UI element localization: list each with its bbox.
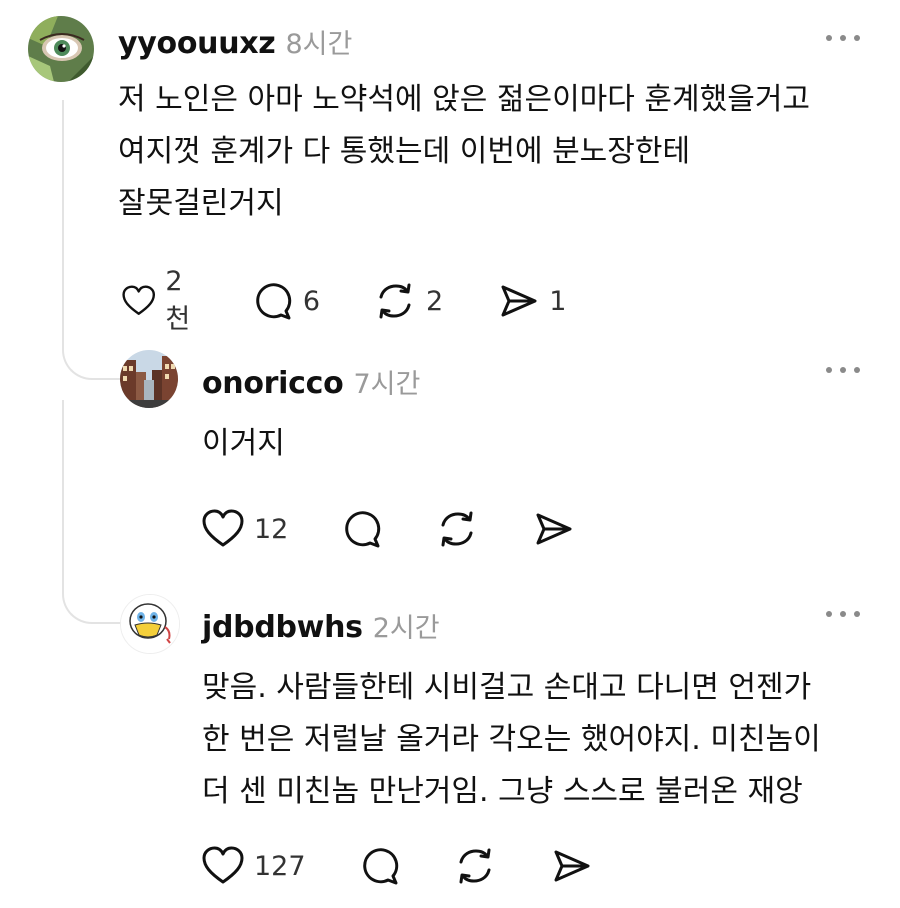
comment-body: 맞음. 사람들한테 시비걸고 손대고 다니면 언젠가 한 번은 저럴날 올거라 … xyxy=(202,662,821,818)
avatar[interactable] xyxy=(120,594,180,654)
share-button[interactable] xyxy=(532,509,574,549)
repost-button[interactable] xyxy=(454,846,496,886)
more-dots-icon[interactable] xyxy=(826,360,860,380)
reply-button[interactable] xyxy=(342,509,382,549)
comment-header: yyoouuxz 8시간 xyxy=(118,22,352,61)
repost-icon xyxy=(379,283,411,319)
comment-line: 잘못걸린거지 xyxy=(118,186,284,221)
comment-line: 이거지 xyxy=(202,426,285,461)
comment-line: 여지껏 훈계가 다 통했는데 이번에 분노장한테 xyxy=(118,134,691,169)
thread-connector xyxy=(62,400,122,624)
timestamp: 7시간 xyxy=(353,369,421,400)
comment-line: 저 노인은 아마 노약석에 앉은 젊은이마다 훈계했을거고 xyxy=(118,82,811,117)
send-icon xyxy=(501,285,537,317)
like-count: 12 xyxy=(254,513,289,545)
thread-connector xyxy=(62,330,122,380)
comment-header: onoricco 7시간 xyxy=(202,362,420,401)
heart-icon xyxy=(202,846,244,884)
avatar[interactable] xyxy=(28,16,94,82)
like-count: 127 xyxy=(254,850,306,882)
comment-icon xyxy=(345,511,381,548)
action-bar: 127 xyxy=(202,846,646,886)
repost-icon xyxy=(459,848,491,884)
reply-button[interactable]: 6 xyxy=(253,281,320,321)
comment-header: jdbdbwhs 2시간 xyxy=(202,606,440,645)
heart-icon xyxy=(202,509,244,547)
reply-count: 6 xyxy=(302,285,321,317)
more-dots-icon[interactable] xyxy=(826,28,860,48)
repost-button[interactable]: 2 xyxy=(374,281,443,321)
comment-body: 이거지 xyxy=(202,418,285,470)
send-icon xyxy=(554,850,590,882)
comment-line: 더 센 미친놈 만난거임. 그냥 스스로 불러온 재앙 xyxy=(202,774,803,809)
share-button[interactable]: 1 xyxy=(497,281,566,321)
comment-icon xyxy=(362,848,398,885)
avatar[interactable] xyxy=(120,350,178,408)
send-icon xyxy=(536,513,572,545)
username[interactable]: yyoouuxz xyxy=(118,26,276,61)
timestamp: 2시간 xyxy=(372,613,440,644)
like-count: 2천 xyxy=(165,266,191,335)
comment-thread: yyoouuxz 8시간 저 노인은 아마 노약석에 앉은 젊은이마다 훈계했을… xyxy=(0,0,900,908)
username[interactable]: onoricco xyxy=(202,366,344,401)
share-count: 1 xyxy=(549,285,567,317)
action-bar: 2천 6 2 1 xyxy=(122,266,620,336)
timestamp: 8시간 xyxy=(285,29,353,60)
like-button[interactable]: 12 xyxy=(202,509,288,549)
thread-line xyxy=(62,100,64,340)
reply-button[interactable] xyxy=(360,846,400,886)
share-button[interactable] xyxy=(550,846,592,886)
action-bar: 12 xyxy=(202,509,628,549)
comment-line: 맞음. 사람들한테 시비걸고 손대고 다니면 언젠가 xyxy=(202,670,812,705)
like-button[interactable]: 2천 xyxy=(122,266,199,336)
like-button[interactable]: 127 xyxy=(202,846,306,886)
repost-button[interactable] xyxy=(436,509,478,549)
username[interactable]: jdbdbwhs xyxy=(202,610,363,645)
comment-body: 저 노인은 아마 노약석에 앉은 젊은이마다 훈계했을거고 여지껏 훈계가 다 … xyxy=(118,74,810,230)
repost-count: 2 xyxy=(426,285,444,317)
repost-icon xyxy=(441,511,473,547)
comment-icon xyxy=(256,283,291,320)
more-dots-icon[interactable] xyxy=(826,604,860,624)
heart-icon xyxy=(122,285,156,315)
comment-line: 한 번은 저럴날 올거라 각오는 했어야지. 미친놈이 xyxy=(202,722,821,757)
